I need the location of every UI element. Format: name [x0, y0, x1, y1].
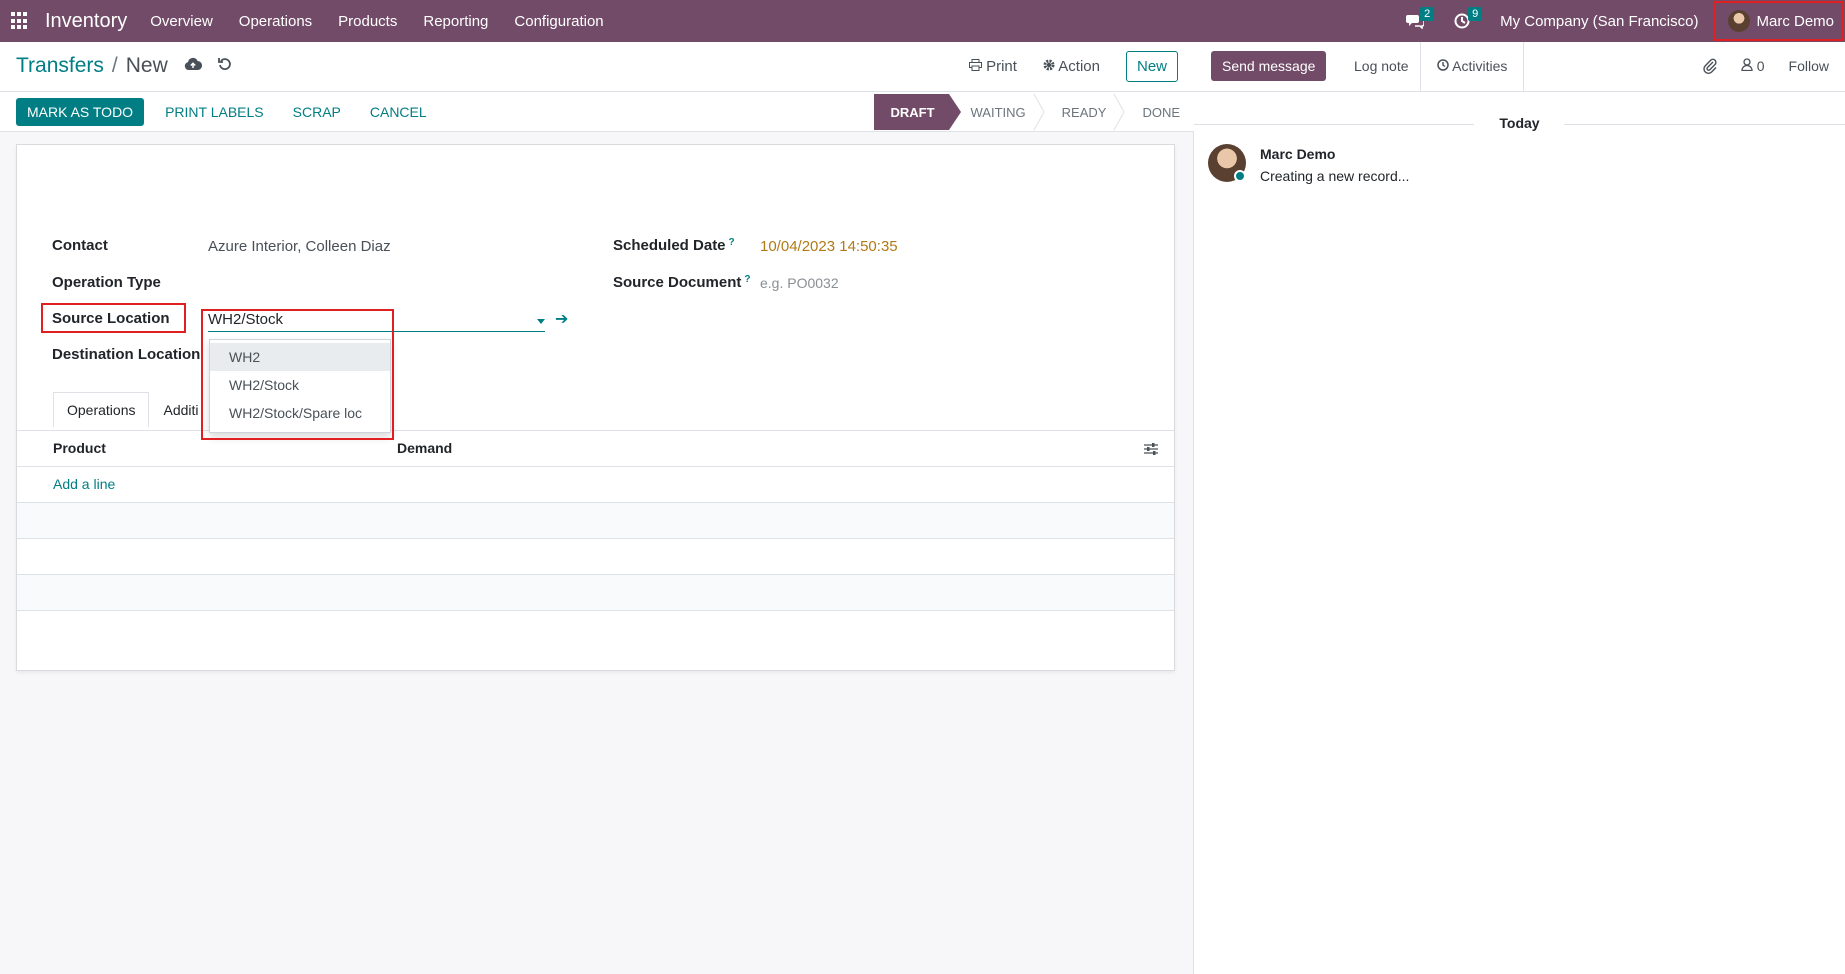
stage-done[interactable]: DONE	[1120, 94, 1180, 130]
operations-table-header: Product Demand	[17, 431, 1174, 467]
optional-columns-sliders-icon[interactable]	[1144, 442, 1158, 456]
menu-overview[interactable]: Overview	[137, 13, 226, 30]
log-note-button[interactable]: Log note	[1344, 51, 1419, 81]
message-author[interactable]: Marc Demo	[1260, 146, 1335, 162]
menu-operations[interactable]: Operations	[226, 13, 325, 30]
table-row	[17, 503, 1174, 539]
stage-ready[interactable]: READY	[1040, 94, 1126, 130]
breadcrumb: Transfers / New	[16, 54, 232, 78]
date-separator-today: Today	[1499, 115, 1540, 131]
scheduled-date-field[interactable]: 10/04/2023 14:50:35	[760, 238, 898, 255]
notebook-tabs: Operations Additi	[53, 392, 213, 427]
main-navbar: Inventory Overview Operations Products R…	[0, 0, 1845, 42]
follow-button[interactable]: Follow	[1789, 58, 1829, 74]
control-panel: Transfers / New Print Action New	[0, 42, 1194, 92]
add-a-line-link[interactable]: Add a line	[53, 476, 115, 492]
user-icon	[1741, 58, 1753, 72]
scrap-button[interactable]: SCRAP	[285, 98, 349, 126]
activities-button[interactable]: Activities	[1420, 42, 1525, 92]
source-document-label: Source Document?	[613, 274, 750, 291]
help-tooltip-icon[interactable]: ?	[744, 274, 750, 285]
discard-undo-icon[interactable]	[217, 57, 232, 75]
stage-draft-label: DRAFT	[890, 104, 935, 120]
gear-icon	[1043, 59, 1055, 71]
print-label: Print	[986, 58, 1017, 75]
chatter-panel: Send message Log note Activities 0 Follo…	[1194, 42, 1845, 974]
action-label: Action	[1058, 58, 1100, 75]
form-view: Transfers / New Print Action New MARK AS	[0, 42, 1194, 974]
activity-menu[interactable]: 9	[1454, 7, 1483, 29]
activities-count-badge: 9	[1468, 7, 1483, 21]
destination-location-label: Destination Location	[52, 346, 201, 363]
tab-operations[interactable]: Operations	[53, 392, 150, 427]
company-switcher[interactable]: My Company (San Francisco)	[1500, 13, 1698, 30]
scheduled-date-label: Scheduled Date?	[613, 237, 735, 254]
paperclip-icon[interactable]	[1703, 58, 1717, 74]
followers-button[interactable]: 0	[1741, 58, 1765, 74]
cancel-button[interactable]: CANCEL	[362, 98, 435, 126]
followers-count: 0	[1756, 58, 1765, 74]
stage-done-label: DONE	[1142, 104, 1180, 120]
messages-count-badge: 2	[1420, 7, 1435, 21]
status-pipeline: DRAFT WAITING READY DONE	[874, 94, 1180, 130]
contact-field[interactable]: Azure Interior, Colleen Diaz	[208, 238, 391, 255]
activities-label: Activities	[1452, 58, 1508, 74]
breadcrumb-transfers[interactable]: Transfers	[16, 54, 104, 78]
user-avatar	[1728, 10, 1751, 32]
source-location-label: Source Location	[52, 310, 170, 327]
chatter-topbar: Send message Log note Activities 0 Follo…	[1194, 42, 1845, 92]
messaging-menu[interactable]: 2	[1406, 7, 1435, 29]
status-bar-row: MARK AS TODO PRINT LABELS SCRAP CANCEL D…	[0, 92, 1194, 132]
source-document-input[interactable]: e.g. PO0032	[760, 275, 839, 291]
table-row-add-line: Add a line	[17, 467, 1174, 503]
action-button[interactable]: Action	[1043, 58, 1100, 75]
printer-icon	[968, 59, 982, 71]
form-sheet: Contact Azure Interior, Colleen Diaz Ope…	[16, 144, 1175, 671]
source-location-dropdown-highlight	[201, 309, 394, 440]
column-demand[interactable]: Demand	[397, 440, 452, 456]
menu-configuration[interactable]: Configuration	[501, 13, 616, 30]
stage-ready-label: READY	[1061, 104, 1107, 120]
send-message-button[interactable]: Send message	[1211, 51, 1327, 81]
table-row	[17, 575, 1174, 611]
online-status-dot	[1234, 170, 1246, 182]
stage-waiting[interactable]: WAITING	[949, 94, 1045, 130]
stage-waiting-label: WAITING	[970, 104, 1026, 120]
save-cloud-icon[interactable]	[184, 57, 202, 75]
clock-icon	[1437, 59, 1449, 71]
table-row	[17, 539, 1174, 575]
breadcrumb-separator: /	[111, 54, 118, 77]
menu-reporting[interactable]: Reporting	[410, 13, 501, 30]
print-button[interactable]: Print	[968, 58, 1017, 75]
internal-link-arrow-icon[interactable]: ➔	[555, 309, 568, 329]
user-name: Marc Demo	[1756, 12, 1834, 30]
scheduled-date-label-text: Scheduled Date	[613, 237, 726, 254]
help-tooltip-icon[interactable]: ?	[729, 237, 735, 248]
column-product[interactable]: Product	[53, 440, 106, 456]
operation-type-label: Operation Type	[52, 274, 161, 291]
operation-type-field[interactable]	[208, 271, 558, 293]
breadcrumb-current: New	[125, 54, 168, 77]
print-labels-button[interactable]: PRINT LABELS	[157, 98, 272, 126]
message-body: Creating a new record...	[1260, 168, 1410, 184]
source-document-label-text: Source Document	[613, 274, 742, 291]
menu-products[interactable]: Products	[325, 13, 410, 30]
new-button[interactable]: New	[1125, 51, 1178, 82]
stage-draft[interactable]: DRAFT	[874, 94, 961, 130]
dropdown-caret-icon[interactable]	[537, 319, 545, 324]
app-name[interactable]: Inventory	[45, 10, 127, 33]
mark-as-todo-button[interactable]: MARK AS TODO	[16, 98, 145, 126]
apps-grid-icon[interactable]	[11, 12, 29, 30]
contact-label: Contact	[52, 237, 108, 254]
user-menu[interactable]: Marc Demo	[1714, 1, 1844, 41]
